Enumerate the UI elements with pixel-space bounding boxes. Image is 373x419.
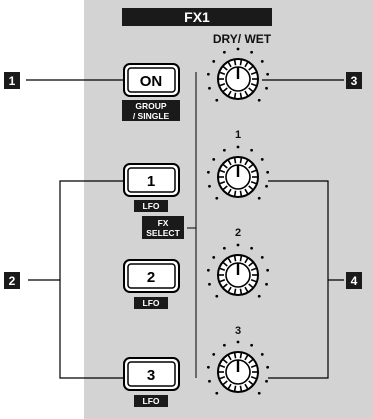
knob-scale-dot [215, 391, 219, 395]
knob-scale-dot [260, 59, 264, 63]
knob-scale-dot [215, 98, 219, 102]
knob-grip [233, 288, 237, 295]
knob-scale-dot [215, 196, 219, 200]
knob-scale-dot [206, 268, 210, 272]
param-3-button[interactable]: 3 [123, 357, 180, 391]
knob-scale-dot [206, 365, 210, 369]
knob-grip [239, 157, 243, 164]
knob-scale-dot [212, 157, 216, 161]
knob-scale-dot [250, 148, 254, 152]
knob-scale-dot [215, 294, 219, 298]
knob-scale-dot [208, 379, 211, 383]
knob-scale-dot [236, 243, 240, 247]
knob-grip [239, 385, 243, 392]
callout-3-text: 3 [351, 74, 358, 88]
knob-scale-dot [236, 340, 240, 344]
knob-grip [233, 352, 237, 359]
knob-scale-dot [236, 47, 240, 51]
knob-scale-dot [257, 196, 261, 200]
knob-grip [233, 385, 237, 392]
knob-scale-dot [260, 352, 264, 356]
lfo-2-label: LFO [143, 298, 160, 308]
knob-scale-dot [212, 59, 216, 63]
knob-scale-dot [208, 86, 211, 90]
knob-scale-dot [206, 170, 210, 174]
knob-scale-dot [260, 157, 264, 161]
knob-scale-dot [236, 145, 240, 149]
knob-scale-dot [222, 246, 226, 250]
knob-2-label: 2 [235, 227, 241, 239]
callout-2-text: 2 [9, 274, 16, 288]
param-1-button[interactable]: 1 [123, 163, 180, 197]
knob-grip [239, 288, 243, 295]
group-single-label-2: / SINGLE [133, 111, 170, 121]
param-2-button[interactable]: 2 [123, 259, 180, 293]
lfo-3-label: LFO [143, 396, 160, 406]
knob-scale-dot [265, 86, 268, 90]
knob-scale-dot [265, 184, 268, 188]
knob-scale-dot [265, 282, 268, 286]
knob-scale-dot [257, 294, 261, 298]
knob-3-label: 3 [235, 325, 241, 337]
knob-scale-dot [208, 282, 211, 286]
knob-grip [233, 59, 237, 66]
on-button[interactable]: ON [123, 63, 180, 97]
knob-scale-dot [212, 255, 216, 259]
knob-grip [233, 190, 237, 197]
dry-wet-label: DRY/ WET [213, 32, 272, 46]
knob-scale-dot [257, 391, 261, 395]
knob-scale-dot [250, 50, 254, 54]
knob-scale-dot [206, 72, 210, 76]
callout-2: 2 [4, 272, 20, 289]
knob-1-label: 1 [235, 129, 241, 141]
knob-scale-dot [222, 343, 226, 347]
panel-title: FX1 [184, 9, 210, 25]
knob-scale-dot [265, 379, 268, 383]
callout-1: 1 [4, 72, 20, 89]
knob-scale-dot [266, 365, 270, 369]
callout-3: 3 [346, 72, 362, 89]
knob-grip [233, 157, 237, 164]
callout-1-text: 1 [9, 74, 16, 88]
param-2-label: 2 [147, 269, 155, 286]
knob-grip [239, 255, 243, 262]
param-1-label: 1 [147, 173, 155, 190]
on-button-label: ON [140, 73, 163, 90]
fx-select-label-1: FX [158, 218, 169, 228]
knob-scale-dot [257, 98, 261, 102]
knob-scale-dot [222, 148, 226, 152]
callout-4-text: 4 [351, 274, 358, 288]
knob-grip [239, 92, 243, 99]
knob-grip [239, 59, 243, 66]
param-3-label: 3 [147, 367, 155, 384]
knob-scale-dot [212, 352, 216, 356]
knob-grip [233, 92, 237, 99]
knob-scale-dot [208, 184, 211, 188]
knob-grip [233, 255, 237, 262]
knob-scale-dot [222, 50, 226, 54]
knob-scale-dot [250, 343, 254, 347]
group-single-label-1: GROUP [135, 101, 167, 111]
lfo-1-label: LFO [143, 201, 160, 211]
knob-scale-dot [266, 72, 270, 76]
callout-4: 4 [346, 272, 362, 289]
knob-scale-dot [266, 268, 270, 272]
knob-scale-dot [260, 255, 264, 259]
fx-select-label-2: SELECT [146, 228, 180, 238]
knob-grip [239, 352, 243, 359]
knob-scale-dot [250, 246, 254, 250]
knob-scale-dot [266, 170, 270, 174]
knob-grip [239, 190, 243, 197]
